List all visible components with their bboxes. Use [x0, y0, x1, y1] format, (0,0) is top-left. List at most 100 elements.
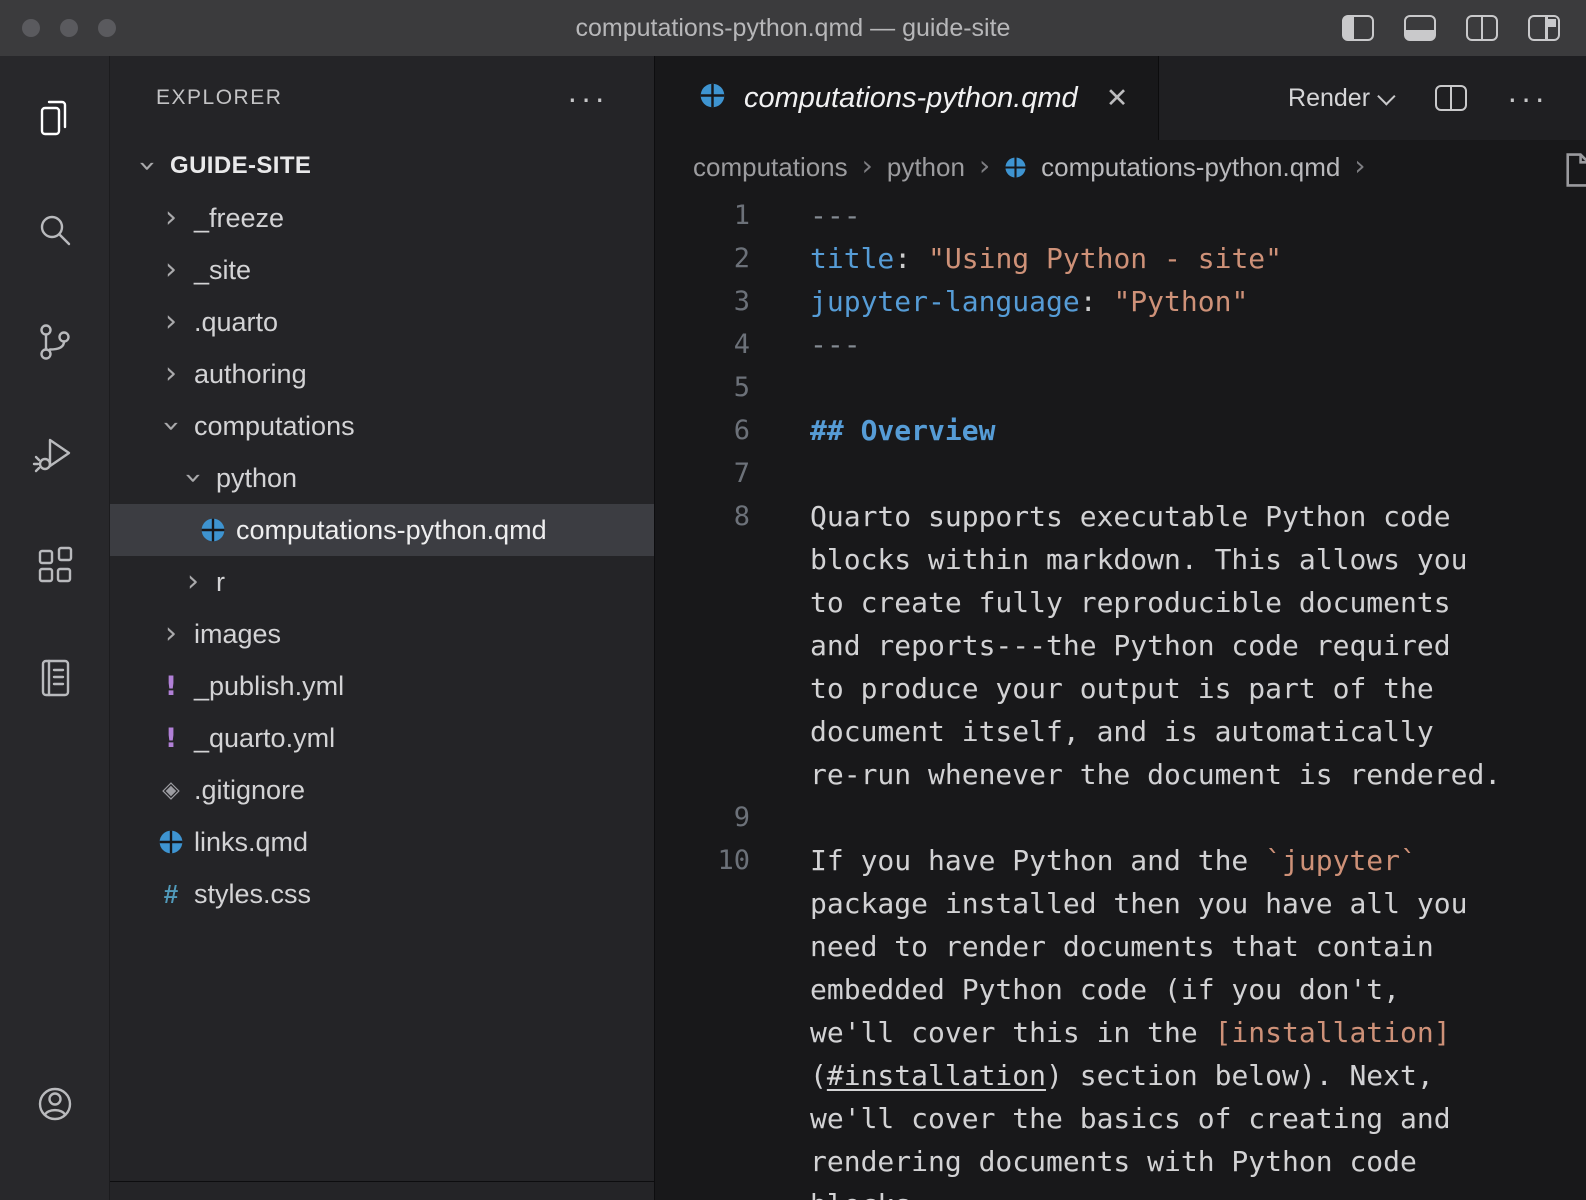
code-row[interactable]: 10If you have Python and the `jupyter` — [655, 839, 1586, 882]
breadcrumb-python[interactable]: python — [887, 152, 965, 183]
tree-item-gitignore[interactable]: ◈.gitignore — [110, 764, 654, 816]
tree-item-images[interactable]: ›images — [110, 608, 654, 660]
quarto-file-icon — [699, 82, 726, 114]
code-line: Quarto supports executable Python code — [750, 495, 1451, 538]
code-row[interactable]: package installed then you have all you — [655, 882, 1586, 925]
code-editor[interactable]: 1---2title: "Using Python - site"3jupyte… — [655, 194, 1586, 1200]
tree-item-r[interactable]: ›r — [110, 556, 654, 608]
line-number: 3 — [655, 280, 750, 323]
code-row[interactable]: blocks within markdown. This allows you — [655, 538, 1586, 581]
code-line: and reports---the Python code required — [750, 624, 1451, 667]
run-debug-activity-button[interactable] — [0, 398, 110, 510]
tree-item-quarto[interactable]: ›.quarto — [110, 296, 654, 348]
line-number — [655, 753, 750, 796]
tree-item-computations-python-qmd[interactable]: computations-python.qmd — [110, 504, 654, 556]
outline-section-header[interactable]: › OUTLINE — [110, 1181, 654, 1200]
search-activity-button[interactable] — [0, 174, 110, 286]
explorer-header: EXPLORER ··· — [110, 56, 654, 140]
tab-computations-python-qmd[interactable]: computations-python.qmd ✕ — [655, 56, 1159, 140]
code-row[interactable]: 1--- — [655, 194, 1586, 237]
tree-item-python[interactable]: ›python — [110, 452, 654, 504]
tree-item-label: styles.css — [194, 879, 311, 910]
line-number — [655, 1140, 750, 1183]
tree-item-authoring[interactable]: ›authoring — [110, 348, 654, 400]
code-row[interactable]: to produce your output is part of the — [655, 667, 1586, 710]
code-row[interactable]: 6## Overview — [655, 409, 1586, 452]
explorer-more-actions-icon[interactable]: ··· — [567, 82, 608, 114]
code-line: title: "Using Python - site" — [750, 237, 1282, 280]
code-row[interactable]: and reports---the Python code required — [655, 624, 1586, 667]
search-icon — [32, 207, 78, 253]
code-row[interactable]: re-run whenever the document is rendered… — [655, 753, 1586, 796]
tree-item-label: python — [216, 463, 297, 494]
tab-title: computations-python.qmd — [744, 82, 1078, 115]
line-number: 8 — [655, 495, 750, 538]
code-row[interactable]: 5 — [655, 366, 1586, 409]
code-row[interactable]: document itself, and is automatically — [655, 710, 1586, 753]
notebook-activity-button[interactable] — [0, 622, 110, 734]
code-row[interactable]: blocks. — [655, 1183, 1586, 1200]
close-window-button[interactable] — [22, 19, 40, 37]
tree-item-computations[interactable]: ›computations — [110, 400, 654, 452]
source-control-activity-button[interactable] — [0, 286, 110, 398]
code-row[interactable]: 3jupyter-language: "Python" — [655, 280, 1586, 323]
chevron-right-icon: › — [154, 619, 188, 649]
zoom-window-button[interactable] — [98, 19, 116, 37]
chevron-down-icon — [1377, 87, 1395, 105]
quarto-file-icon — [154, 829, 188, 855]
toggle-secondary-sidebar-icon[interactable] — [1466, 15, 1498, 41]
code-line: document itself, and is automatically — [750, 710, 1434, 753]
notebook-icon — [32, 655, 78, 701]
code-row[interactable]: to create fully reproducible documents — [655, 581, 1586, 624]
chevron-down-icon: › — [176, 463, 210, 493]
code-row[interactable]: 7 — [655, 452, 1586, 495]
tree-item-freeze[interactable]: ›_freeze — [110, 192, 654, 244]
breadcrumb-computations[interactable]: computations — [693, 152, 848, 183]
render-button[interactable]: Render — [1288, 84, 1395, 113]
code-row[interactable]: need to render documents that contain — [655, 925, 1586, 968]
close-tab-icon[interactable]: ✕ — [1106, 83, 1129, 114]
code-row[interactable]: (#installation) section below). Next, — [655, 1054, 1586, 1097]
yml-file-icon: ! — [154, 723, 188, 754]
code-line: we'll cover this in the [installation] — [750, 1011, 1451, 1054]
line-number — [655, 710, 750, 753]
code-line: --- — [750, 194, 861, 237]
code-row[interactable]: 4--- — [655, 323, 1586, 366]
code-row[interactable]: 2title: "Using Python - site" — [655, 237, 1586, 280]
window-controls — [22, 0, 116, 56]
file-tree: ›GUIDE-SITE›_freeze›_site›.quarto›author… — [110, 140, 654, 920]
tree-item-styles-css[interactable]: #styles.css — [110, 868, 654, 920]
toggle-panel-icon[interactable] — [1404, 15, 1436, 41]
tree-item-guide-site[interactable]: ›GUIDE-SITE — [110, 140, 654, 192]
tree-item-quarto-yml[interactable]: !_quarto.yml — [110, 712, 654, 764]
tree-item-links-qmd[interactable]: links.qmd — [110, 816, 654, 868]
account-icon — [32, 1081, 78, 1127]
customize-layout-icon[interactable] — [1528, 15, 1560, 41]
code-row[interactable]: 8Quarto supports executable Python code — [655, 495, 1586, 538]
extensions-activity-button[interactable] — [0, 510, 110, 622]
chevron-right-icon: › — [154, 307, 188, 337]
code-line: need to render documents that contain — [750, 925, 1434, 968]
tree-item-publish-yml[interactable]: !_publish.yml — [110, 660, 654, 712]
account-button[interactable] — [0, 1048, 110, 1160]
line-number — [655, 1011, 750, 1054]
explorer-title: EXPLORER — [156, 86, 282, 110]
code-line: package installed then you have all you — [750, 882, 1467, 925]
code-row[interactable]: rendering documents with Python code — [655, 1140, 1586, 1183]
code-row[interactable]: we'll cover this in the [installation] — [655, 1011, 1586, 1054]
code-row[interactable]: 9 — [655, 796, 1586, 839]
code-row[interactable]: we'll cover the basics of creating and — [655, 1097, 1586, 1140]
breadcrumb-file[interactable]: computations-python.qmd — [1041, 152, 1340, 183]
split-editor-icon[interactable] — [1435, 85, 1467, 111]
chevron-down-icon: › — [130, 151, 164, 181]
toggle-sidebar-icon[interactable] — [1342, 15, 1374, 41]
minimize-window-button[interactable] — [60, 19, 78, 37]
more-actions-icon[interactable]: ··· — [1507, 82, 1548, 114]
line-number: 10 — [655, 839, 750, 882]
explorer-activity-button[interactable] — [0, 62, 110, 174]
vscode-window: computations-python.qmd — guide-site — [0, 0, 1586, 1200]
run-and-debug-icon — [32, 431, 78, 477]
code-row[interactable]: embedded Python code (if you don't, — [655, 968, 1586, 1011]
line-number — [655, 538, 750, 581]
tree-item-site[interactable]: ›_site — [110, 244, 654, 296]
